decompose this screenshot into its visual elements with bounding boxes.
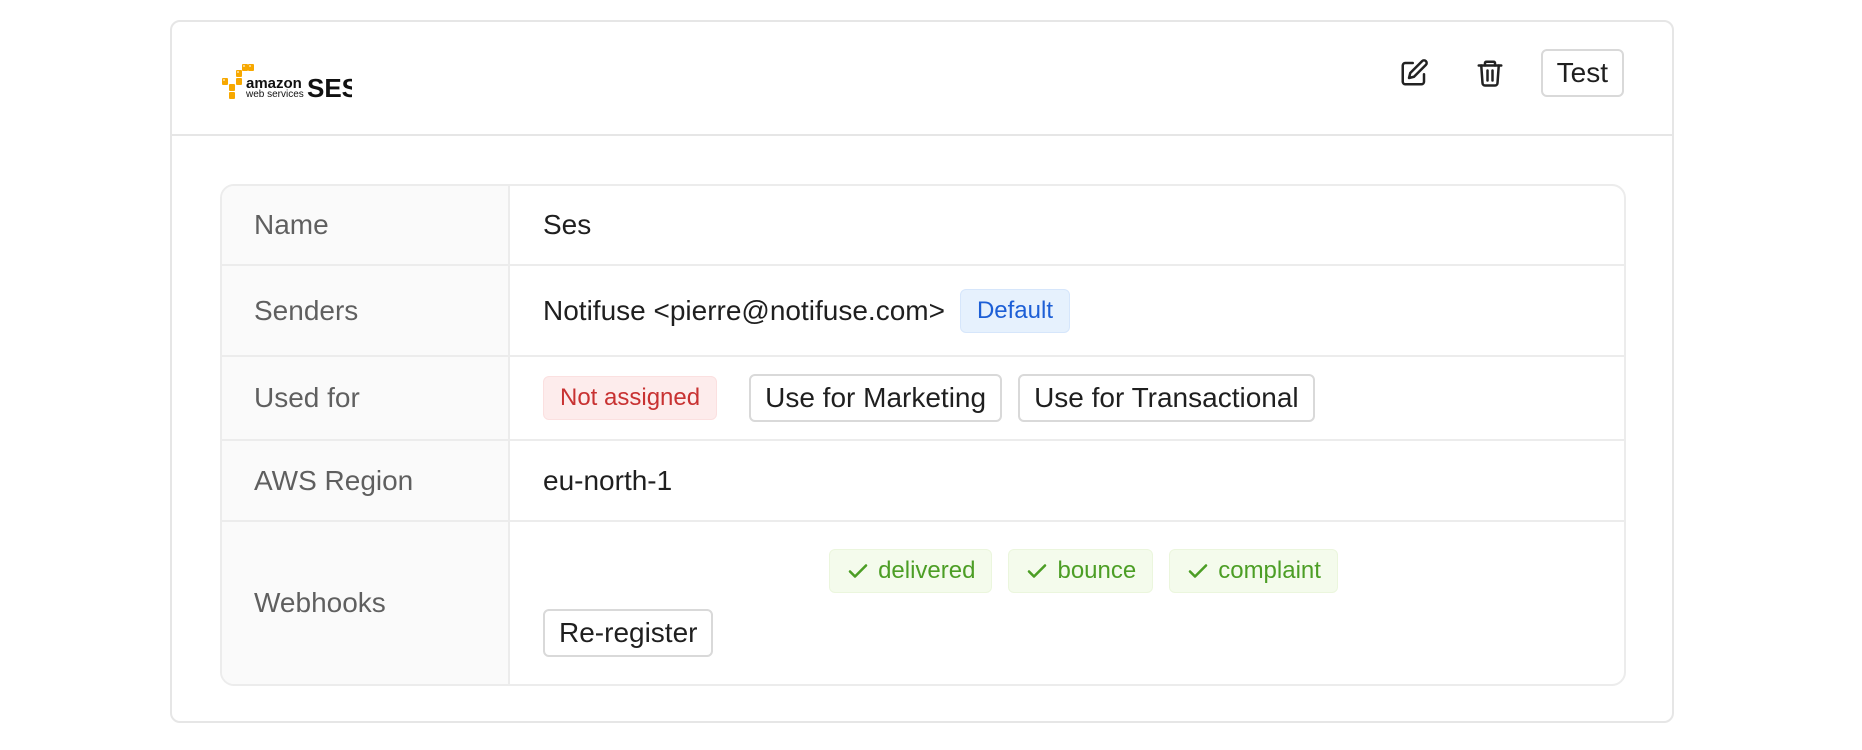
webhook-tag-delivered: delivered (829, 549, 993, 593)
use-for-transactional-button[interactable]: Use for Transactional (1018, 374, 1315, 422)
region-text: eu-north-1 (543, 464, 673, 496)
used-for-label: Used for (222, 357, 510, 439)
test-button[interactable]: Test (1540, 49, 1624, 97)
svg-text:web services: web services (245, 89, 304, 100)
check-icon (1186, 559, 1210, 583)
svg-text:SES: SES (307, 73, 352, 103)
webhooks-value: delivered bounce complaint Re-register (510, 522, 1624, 684)
used-for-value: Not assigned Use for Marketing Use for T… (510, 357, 1624, 439)
email-provider-card: amazon web services SES Test Name Ses Se… (170, 20, 1674, 723)
trash-icon (1477, 60, 1503, 87)
webhooks-label: Webhooks (222, 522, 510, 684)
card-header: amazon web services SES Test (172, 22, 1672, 136)
senders-value: Notifuse <pierre@notifuse.com> Default (510, 266, 1624, 355)
webhook-tag-bounce: bounce (1008, 549, 1154, 593)
webhook-event-label: bounce (1057, 557, 1137, 584)
aws-region-label: AWS Region (222, 441, 510, 520)
re-register-button[interactable]: Re-register (543, 609, 714, 657)
webhook-events: delivered bounce complaint (829, 549, 1338, 593)
sender-address: Notifuse <pierre@notifuse.com> (543, 294, 945, 326)
detail-row-aws-region: AWS Region eu-north-1 (222, 439, 1624, 520)
provider-details-table: Name Ses Senders Notifuse <pierre@notifu… (220, 184, 1626, 686)
edit-icon (1401, 59, 1428, 86)
delete-button[interactable] (1466, 49, 1514, 97)
use-for-marketing-button[interactable]: Use for Marketing (749, 374, 1003, 422)
amazon-ses-logo: amazon web services SES (220, 62, 359, 104)
webhook-tag-complaint: complaint (1169, 549, 1338, 593)
name-value: Ses (510, 186, 1624, 264)
detail-row-webhooks: Webhooks delivered bounce complaint Re-r… (222, 520, 1624, 684)
detail-row-senders: Senders Notifuse <pierre@notifuse.com> D… (222, 264, 1624, 355)
webhook-event-label: delivered (878, 557, 976, 584)
default-badge: Default (959, 288, 1070, 333)
card-actions: Test (1390, 49, 1624, 97)
provider-name: Ses (543, 209, 592, 240)
edit-button[interactable] (1390, 49, 1438, 97)
detail-row-name: Name Ses (222, 186, 1624, 264)
senders-label: Senders (222, 266, 510, 355)
not-assigned-badge: Not assigned (543, 376, 718, 420)
webhook-event-label: complaint (1218, 557, 1321, 584)
name-label: Name (222, 186, 510, 264)
check-icon (846, 559, 870, 583)
aws-cubes-icon: amazon web services SES (222, 64, 359, 103)
check-icon (1025, 559, 1049, 583)
aws-region-value: eu-north-1 (510, 441, 1624, 520)
detail-row-used-for: Used for Not assigned Use for Marketing … (222, 355, 1624, 439)
